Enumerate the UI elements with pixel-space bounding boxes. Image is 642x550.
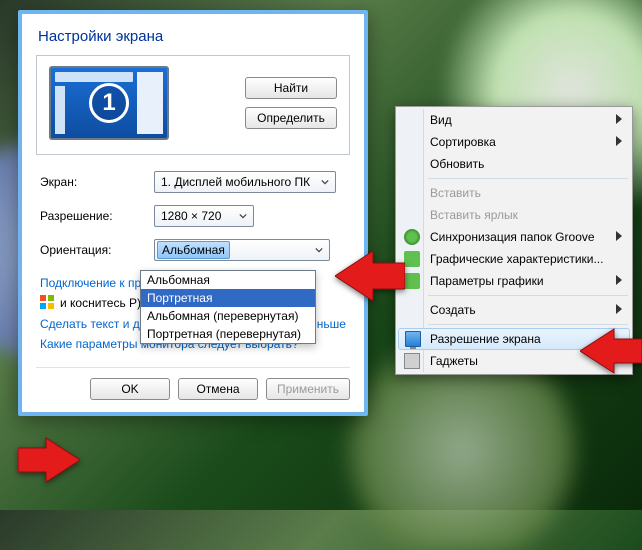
- orientation-option[interactable]: Портретная (перевернутая): [141, 325, 315, 343]
- menu-item[interactable]: Вид: [398, 109, 630, 131]
- menu-item[interactable]: Параметры графики: [398, 270, 630, 292]
- menu-separator: [428, 178, 628, 179]
- submenu-arrow-icon: [616, 113, 622, 127]
- menu-item-label: Графические характеристики...: [430, 252, 603, 266]
- menu-item-label: Параметры графики: [430, 274, 544, 288]
- orientation-option[interactable]: Альбомная (перевернутая): [141, 307, 315, 325]
- screen-select[interactable]: 1. Дисплей мобильного ПК: [154, 171, 336, 193]
- menu-item: Вставить ярлык: [398, 204, 630, 226]
- submenu-arrow-icon: [616, 274, 622, 288]
- chevron-down-icon: [311, 242, 327, 258]
- monitor-preview-frame: 1 Найти Определить: [36, 55, 350, 155]
- menu-item-label: Сортировка: [430, 135, 496, 149]
- resolution-select[interactable]: 1280 × 720: [154, 205, 254, 227]
- menu-separator: [428, 295, 628, 296]
- orientation-dropdown[interactable]: АльбомнаяПортретнаяАльбомная (перевернут…: [140, 270, 316, 344]
- resolution-label: Разрешение:: [40, 209, 144, 223]
- windows-key-icon: [40, 295, 54, 309]
- sync-icon: [404, 229, 420, 245]
- menu-item[interactable]: Обновить: [398, 153, 630, 175]
- menu-item[interactable]: Графические характеристики...: [398, 248, 630, 270]
- menu-separator: [428, 324, 628, 325]
- menu-item-label: Вид: [430, 113, 452, 127]
- gadget-icon: [404, 353, 420, 369]
- cancel-button[interactable]: Отмена: [178, 378, 258, 400]
- submenu-arrow-icon: [616, 135, 622, 149]
- orientation-option[interactable]: Альбомная: [141, 271, 315, 289]
- orientation-select[interactable]: Альбомная: [154, 239, 330, 261]
- menu-item[interactable]: Создать: [398, 299, 630, 321]
- green-icon: [404, 273, 420, 289]
- menu-item: Вставить: [398, 182, 630, 204]
- apply-button[interactable]: Применить: [266, 378, 350, 400]
- orientation-label: Ориентация:: [40, 243, 144, 257]
- orientation-option[interactable]: Портретная: [141, 289, 315, 307]
- submenu-arrow-icon: [616, 230, 622, 244]
- chevron-down-icon: [317, 174, 333, 190]
- menu-item-label: Вставить: [430, 186, 481, 200]
- detect-button[interactable]: Определить: [245, 107, 337, 129]
- projector-hint: и коснитесь P): [60, 293, 141, 313]
- monitor-icon: [405, 331, 421, 347]
- chevron-down-icon: [235, 208, 251, 224]
- dialog-title: Настройки экрана: [22, 14, 364, 55]
- submenu-arrow-icon: [616, 303, 622, 317]
- green-icon: [404, 251, 420, 267]
- menu-item-label: Синхронизация папок Groove: [430, 230, 595, 244]
- menu-item-label: Создать: [430, 303, 476, 317]
- menu-item-label: Вставить ярлык: [430, 208, 518, 222]
- menu-item-label: Разрешение экрана: [430, 332, 541, 346]
- find-button[interactable]: Найти: [245, 77, 337, 99]
- menu-item[interactable]: Сортировка: [398, 131, 630, 153]
- monitor-number-badge: 1: [89, 83, 129, 123]
- screen-label: Экран:: [40, 175, 144, 189]
- menu-item[interactable]: Синхронизация папок Groove: [398, 226, 630, 248]
- display-settings-dialog: Настройки экрана 1 Найти Определить Экра…: [18, 10, 368, 416]
- menu-item-label: Обновить: [430, 157, 484, 171]
- menu-item-label: Гаджеты: [430, 354, 478, 368]
- ok-button[interactable]: OK: [90, 378, 170, 400]
- monitor-thumbnail[interactable]: 1: [49, 66, 169, 140]
